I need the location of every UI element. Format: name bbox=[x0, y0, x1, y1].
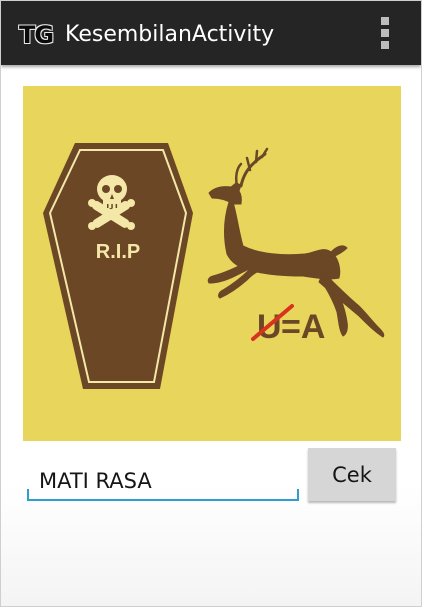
activity-screen: TG KesembilanActivity R.I.P =A MATI RASA… bbox=[0, 0, 422, 607]
action-bar: TG KesembilanActivity bbox=[1, 1, 421, 65]
overflow-menu-icon[interactable] bbox=[373, 15, 397, 51]
input-border-right bbox=[297, 489, 299, 501]
activity-title: KesembilanActivity bbox=[65, 22, 275, 47]
app-logo: TG bbox=[19, 21, 54, 49]
check-button[interactable]: Cek bbox=[308, 448, 396, 501]
input-border-left bbox=[27, 489, 29, 501]
rule-text: =A bbox=[281, 308, 325, 346]
puzzle-image: R.I.P =A bbox=[23, 86, 401, 441]
answer-input[interactable] bbox=[27, 459, 299, 501]
coffin-label: R.I.P bbox=[96, 241, 140, 263]
